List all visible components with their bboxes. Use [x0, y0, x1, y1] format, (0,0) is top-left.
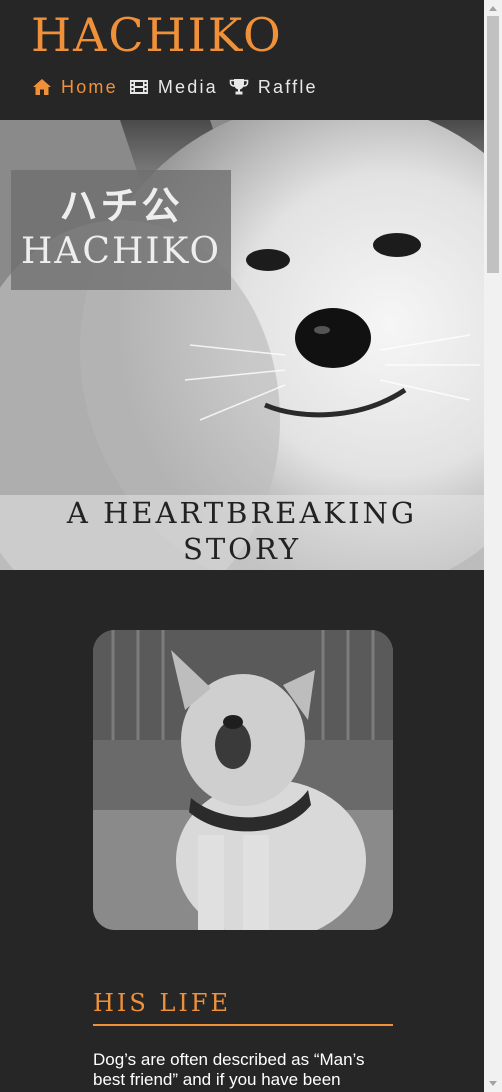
- nav-item-home-label: Home: [61, 76, 118, 97]
- hachiko-portrait-photo: [93, 630, 393, 930]
- nav-item-home[interactable]: Home: [31, 77, 118, 98]
- home-icon: [31, 77, 53, 97]
- hero-name-title: HACHIKO: [21, 231, 221, 272]
- page: HACHIKO Home Media Raffle ハチ公 HACHIKO A …: [0, 0, 484, 1092]
- section-body-text: Dog’s are often described as “Man’s best…: [93, 1050, 365, 1089]
- vertical-scrollbar[interactable]: [484, 0, 502, 1092]
- portrait-image: [93, 630, 393, 930]
- hero-banner: ハチ公 HACHIKO A HEARTBREAKING STORY: [0, 120, 484, 570]
- nav-item-media-label: Media: [157, 76, 218, 97]
- nav-item-raffle[interactable]: Raffle: [228, 77, 318, 98]
- nav-item-media[interactable]: Media: [128, 77, 218, 98]
- scroll-down-icon[interactable]: [489, 1081, 497, 1086]
- trophy-icon: [228, 77, 250, 97]
- scroll-up-icon[interactable]: [489, 6, 497, 11]
- hero-caption: A HEARTBREAKING STORY: [66, 496, 418, 566]
- site-title[interactable]: HACHIKO: [31, 8, 283, 62]
- nav-item-raffle-label: Raffle: [257, 76, 318, 97]
- film-icon: [128, 77, 150, 97]
- hero-title-badge: ハチ公 HACHIKO: [11, 170, 231, 290]
- main-nav: Home Media Raffle: [31, 74, 328, 100]
- hero-caption-band: A HEARTBREAKING STORY: [0, 495, 484, 570]
- section-heading-his-life: HIS LIFE: [93, 988, 393, 1026]
- hero-kanji-title: ハチ公: [59, 184, 183, 228]
- scrollbar-thumb[interactable]: [487, 16, 499, 273]
